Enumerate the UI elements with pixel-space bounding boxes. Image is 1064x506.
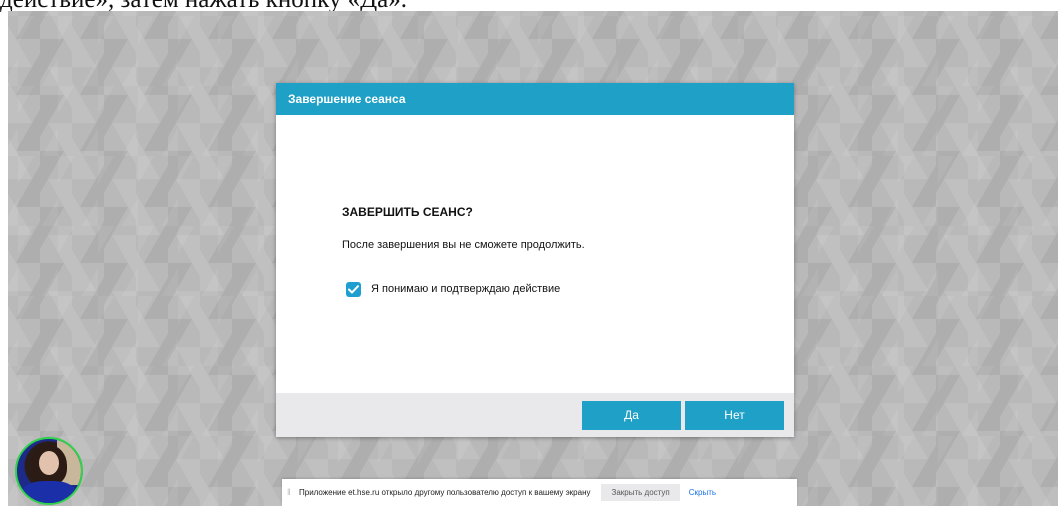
no-button[interactable]: Нет (685, 401, 784, 430)
confirm-checkbox[interactable] (346, 281, 361, 297)
avatar-face (39, 451, 59, 475)
dialog-heading: ЗАВЕРШИТЬ СЕАНС? (342, 205, 473, 219)
checkmark-icon (348, 284, 359, 293)
yes-button[interactable]: Да (582, 401, 681, 430)
webcam-avatar (15, 437, 83, 505)
screen-share-bar: ‖ Приложение et.hse.ru открыло другому п… (282, 479, 797, 506)
stop-sharing-button[interactable]: Закрыть доступ (601, 484, 680, 501)
drag-handle-icon[interactable]: ‖ (287, 488, 295, 497)
dialog-footer: Да Нет (276, 393, 794, 437)
share-message: Приложение et.hse.ru открыло другому пол… (299, 488, 591, 497)
end-session-dialog: Завершение сеанса ЗАВЕРШИТЬ СЕАНС? После… (276, 83, 794, 437)
avatar-shirt (23, 481, 75, 503)
hide-link[interactable]: Скрыть (689, 488, 716, 497)
confirm-row[interactable]: Я понимаю и подтверждаю действие (346, 281, 560, 297)
dialog-message: После завершения вы не сможете продолжит… (342, 239, 585, 251)
dialog-title: Завершение сеанса (276, 83, 794, 115)
confirm-label[interactable]: Я понимаю и подтверждаю действие (371, 283, 560, 295)
